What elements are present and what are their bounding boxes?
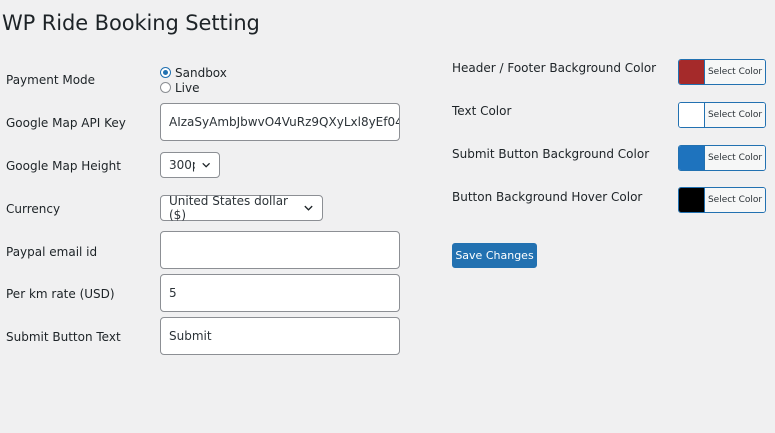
- radio-live-control[interactable]: [160, 82, 171, 93]
- currency-label: Currency: [6, 202, 61, 216]
- radio-sandbox-control[interactable]: [160, 67, 171, 78]
- api-key-input[interactable]: AIzaSyAmbJbwvO4VuRz9QXyLxl8yEf04L9ilkw: [160, 103, 400, 141]
- text-color-picker[interactable]: Select Color: [678, 102, 766, 128]
- api-key-label: Google Map API Key: [6, 116, 126, 130]
- radio-sandbox[interactable]: Sandbox: [160, 65, 227, 80]
- per-km-rate-input[interactable]: 5: [160, 274, 400, 312]
- per-km-rate-label: Per km rate (USD): [6, 287, 115, 301]
- submit-text-input[interactable]: Submit: [160, 317, 400, 355]
- settings-page: WP Ride Booking Setting Payment Mode San…: [0, 0, 775, 433]
- btn-hover-bg-color-picker[interactable]: Select Color: [678, 187, 766, 213]
- payment-mode-label: Payment Mode: [6, 73, 96, 87]
- save-changes-button[interactable]: Save Changes: [452, 243, 537, 268]
- chevron-down-icon: [304, 205, 313, 211]
- text-color-label: Text Color: [452, 104, 512, 118]
- btn-hover-bg-label: Button Background Hover Color: [452, 190, 643, 204]
- radio-sandbox-label: Sandbox: [175, 65, 227, 80]
- map-height-label: Google Map Height: [6, 159, 121, 173]
- header-footer-bg-label: Header / Footer Background Color: [452, 61, 657, 75]
- radio-live-label: Live: [175, 80, 200, 95]
- page-title: WP Ride Booking Setting: [2, 11, 260, 35]
- header-footer-bg-color-picker[interactable]: Select Color: [678, 59, 766, 85]
- payment-mode-radio-group: Sandbox Live: [160, 65, 227, 95]
- map-height-select[interactable]: 300px: [160, 152, 220, 178]
- currency-select[interactable]: United States dollar ($): [160, 194, 323, 222]
- btn-hover-bg-swatch: [679, 188, 705, 212]
- submit-btn-bg-swatch: [679, 146, 705, 170]
- map-height-value: 300px: [169, 158, 195, 172]
- header-footer-bg-select-button[interactable]: Select Color: [705, 60, 765, 84]
- radio-live[interactable]: Live: [160, 80, 227, 95]
- paypal-email-input[interactable]: [160, 231, 400, 269]
- btn-hover-bg-select-button[interactable]: Select Color: [705, 188, 765, 212]
- text-color-select-button[interactable]: Select Color: [705, 103, 765, 127]
- submit-btn-bg-label: Submit Button Background Color: [452, 147, 650, 161]
- paypal-email-label: Paypal email id: [6, 245, 98, 259]
- submit-btn-bg-color-picker[interactable]: Select Color: [678, 145, 766, 171]
- text-color-swatch: [679, 103, 705, 127]
- chevron-down-icon: [201, 162, 210, 168]
- header-footer-bg-swatch: [679, 60, 705, 84]
- currency-value: United States dollar ($): [169, 194, 288, 222]
- submit-btn-bg-select-button[interactable]: Select Color: [705, 146, 765, 170]
- submit-text-label: Submit Button Text: [6, 330, 121, 344]
